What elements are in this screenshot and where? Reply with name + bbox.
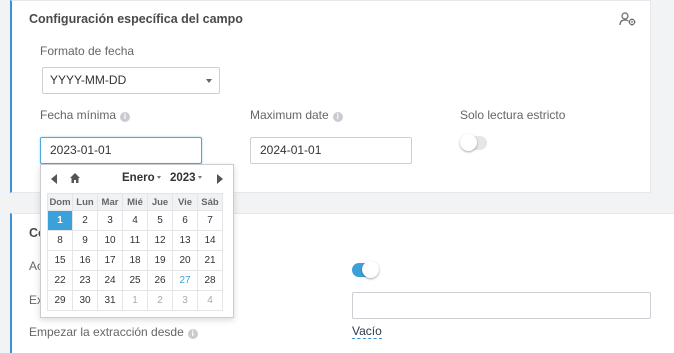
- empty-value-link[interactable]: Vacío: [352, 324, 382, 339]
- week-row: 29 30 31 1 2 3 4: [47, 290, 223, 311]
- readonly-label: Solo lectura estricto: [460, 108, 566, 122]
- weekday-row: Dom Lun Mar Mié Jue Vie Sáb: [47, 193, 223, 211]
- day-cell[interactable]: 21: [197, 250, 223, 271]
- day-cell[interactable]: 11: [122, 230, 148, 251]
- month-select[interactable]: Enero: [122, 172, 161, 184]
- min-date-label-text: Fecha mínima: [40, 108, 117, 122]
- day-cell[interactable]: 19: [147, 250, 173, 271]
- day-cell[interactable]: 4: [122, 210, 148, 231]
- day-cell[interactable]: 3: [172, 290, 198, 311]
- day-cell[interactable]: 1: [47, 210, 73, 231]
- info-icon[interactable]: i: [120, 112, 131, 122]
- day-cell[interactable]: 6: [172, 210, 198, 231]
- weekday-header: Dom: [47, 193, 73, 211]
- week-row: 1 2 3 4 5 6 7: [47, 210, 223, 231]
- toggle-knob: [460, 134, 477, 151]
- day-cell[interactable]: 10: [97, 230, 123, 251]
- info-icon[interactable]: i: [332, 112, 343, 122]
- day-cell[interactable]: 2: [72, 210, 98, 231]
- month-label: Enero: [122, 172, 155, 184]
- day-cell[interactable]: 15: [47, 250, 73, 271]
- date-format-select[interactable]: YYYY-MM-DD: [42, 67, 220, 94]
- datepicker-nav: Enero 2023: [41, 165, 233, 193]
- date-format-label: Formato de fecha: [40, 44, 135, 58]
- extraction-start-label-text: Empezar la extracción desde: [29, 325, 184, 339]
- user-gear-icon[interactable]: [619, 11, 637, 27]
- day-cell[interactable]: 18: [122, 250, 148, 271]
- day-cell[interactable]: 27: [172, 270, 198, 291]
- week-row: 22 23 24 25 26 27 28: [47, 270, 223, 291]
- date-format-value: YYYY-MM-DD: [50, 73, 127, 87]
- extraction-start-label: Empezar la extracción desde i: [29, 325, 198, 339]
- day-cell[interactable]: 30: [72, 290, 98, 311]
- extraction-input[interactable]: [352, 292, 651, 319]
- weekday-header: Lun: [72, 193, 98, 211]
- day-cell[interactable]: 3: [97, 210, 123, 231]
- day-cell[interactable]: 16: [72, 250, 98, 271]
- weekday-header: Jue: [147, 193, 173, 211]
- day-cell[interactable]: 17: [97, 250, 123, 271]
- max-date-input[interactable]: 2024-01-01: [250, 137, 412, 164]
- day-cell[interactable]: 25: [122, 270, 148, 291]
- max-date-label-text: Maximum date: [250, 108, 329, 122]
- weekday-header: Mar: [97, 193, 123, 211]
- weekday-header: Sáb: [197, 193, 223, 211]
- day-cell[interactable]: 9: [72, 230, 98, 251]
- day-cell[interactable]: 24: [97, 270, 123, 291]
- weekday-header: Mié: [122, 193, 148, 211]
- week-row: 15 16 17 18 19 20 21: [47, 250, 223, 271]
- day-cell[interactable]: 26: [147, 270, 173, 291]
- min-date-input[interactable]: 2023-01-01: [40, 137, 202, 164]
- day-cell[interactable]: 2: [147, 290, 173, 311]
- day-cell[interactable]: 1: [122, 290, 148, 311]
- calendar-grid: Dom Lun Mar Mié Jue Vie Sáb 1 2 3 4 5 6 …: [47, 193, 223, 311]
- section-title: Configuración específica del campo: [29, 12, 243, 26]
- day-cell[interactable]: 8: [47, 230, 73, 251]
- week-row: 8 9 10 11 12 13 14: [47, 230, 223, 251]
- day-cell[interactable]: 22: [47, 270, 73, 291]
- weekday-header: Vie: [172, 193, 198, 211]
- day-cell[interactable]: 14: [197, 230, 223, 251]
- day-cell[interactable]: 29: [47, 290, 73, 311]
- home-icon[interactable]: [69, 172, 81, 184]
- min-date-label: Fecha mínima i: [40, 108, 131, 122]
- day-cell[interactable]: 28: [197, 270, 223, 291]
- day-cell[interactable]: 13: [172, 230, 198, 251]
- activate-toggle[interactable]: [352, 261, 379, 278]
- readonly-toggle[interactable]: [460, 134, 487, 151]
- day-cell[interactable]: 4: [197, 290, 223, 311]
- day-cell[interactable]: 20: [172, 250, 198, 271]
- day-cell[interactable]: 12: [147, 230, 173, 251]
- prev-arrow-icon[interactable]: [51, 174, 57, 184]
- chevron-down-icon: [206, 79, 212, 83]
- day-cell[interactable]: 23: [72, 270, 98, 291]
- day-cell[interactable]: 7: [197, 210, 223, 231]
- chevron-down-icon: [197, 176, 202, 179]
- chevron-down-icon: [156, 176, 161, 179]
- max-date-label: Maximum date i: [250, 108, 343, 122]
- year-label: 2023: [170, 172, 196, 184]
- datepicker-popup: Enero 2023 Dom Lun Mar Mié Jue Vie Sáb 1…: [40, 164, 234, 318]
- day-cell[interactable]: 5: [147, 210, 173, 231]
- year-select[interactable]: 2023: [170, 172, 202, 184]
- next-arrow-icon[interactable]: [217, 174, 223, 184]
- toggle-knob: [362, 261, 379, 278]
- day-cell[interactable]: 31: [97, 290, 123, 311]
